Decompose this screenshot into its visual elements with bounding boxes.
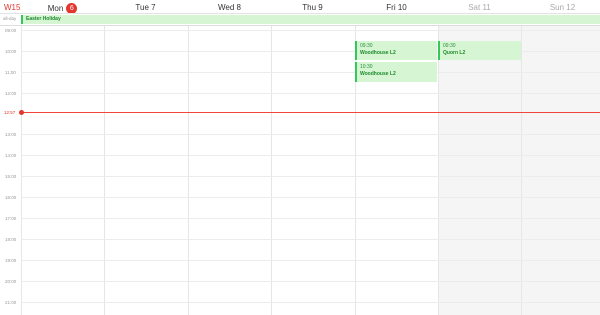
hour-label: 18:00 [5,237,17,242]
all-day-label: all-day [3,16,17,21]
day-header-fri[interactable]: Fri 10 [355,3,438,12]
hour-line [21,93,600,94]
event-woodhouse-l2-fri-1030[interactable]: 10:30 Woodhouse L2 [355,62,437,82]
hour-label: 20:00 [5,279,17,284]
hour-line [21,72,600,73]
day-header-sat[interactable]: Sat 11 [438,3,521,12]
hour-line [21,176,600,177]
hour-line [21,218,600,219]
day-column-divider [521,26,522,315]
hour-line [21,239,600,240]
hour-line [21,197,600,198]
event-time: 10:30 [360,64,373,70]
day-header-label: Thu 9 [302,3,323,12]
hour-line [21,302,600,303]
hour-label: 19:00 [5,258,17,263]
day-column-divider [104,26,105,315]
event-time: 09:30 [443,43,456,49]
hour-line [21,281,600,282]
day-column-divider [271,26,272,315]
day-column-divider [188,26,189,315]
event-time: 09:30 [360,43,373,49]
hour-label: 16:00 [5,195,17,200]
hour-label: 17:00 [5,216,17,221]
day-header-sun[interactable]: Sun 12 [521,3,600,12]
hour-label: 11:00 [5,70,16,75]
event-quorn-l2-sat-0930[interactable]: 09:30 Quorn L2 [438,41,521,60]
day-header-label: Sun 12 [549,3,576,12]
day-header-thu[interactable]: Thu 9 [271,3,354,12]
day-header-label: Wed 8 [218,3,241,12]
day-header-wed[interactable]: Wed 8 [188,3,271,12]
hour-line [21,134,600,135]
weekend-column-sun [521,26,600,315]
hour-label: 14:00 [5,153,17,158]
current-time-label: 12:57 [4,110,16,115]
hour-label: 13:00 [5,132,17,137]
event-title: Woodhouse L2 [360,50,396,56]
event-title: Woodhouse L2 [360,71,396,77]
day-header-tue[interactable]: Tue 7 [104,3,187,12]
hour-label: 12:00 [5,91,17,96]
day-header-label: Mon [47,4,64,13]
hour-label: 15:00 [5,174,17,179]
current-time-dot [19,110,24,115]
weekend-column-sat [438,26,521,315]
hour-line [21,155,600,156]
hour-label: 10:00 [5,49,17,54]
hour-label: 21:00 [5,300,17,305]
event-title: Quorn L2 [443,50,466,56]
event-woodhouse-l2-fri-0930[interactable]: 09:30 Woodhouse L2 [355,41,437,60]
current-time-line [21,112,600,113]
day-header-label: Tue 7 [135,3,156,12]
day-column-divider [21,26,22,315]
hour-line [21,260,600,261]
hour-label: 09:00 [5,28,17,33]
day-header-label: Sat 11 [468,3,491,12]
day-header-label: Fri 10 [386,3,407,12]
hour-line [21,30,600,31]
all-day-event-easter-holiday[interactable]: Easter Holiday [21,15,600,24]
week-number-label: W15 [4,3,21,12]
day-column-divider [438,26,439,315]
